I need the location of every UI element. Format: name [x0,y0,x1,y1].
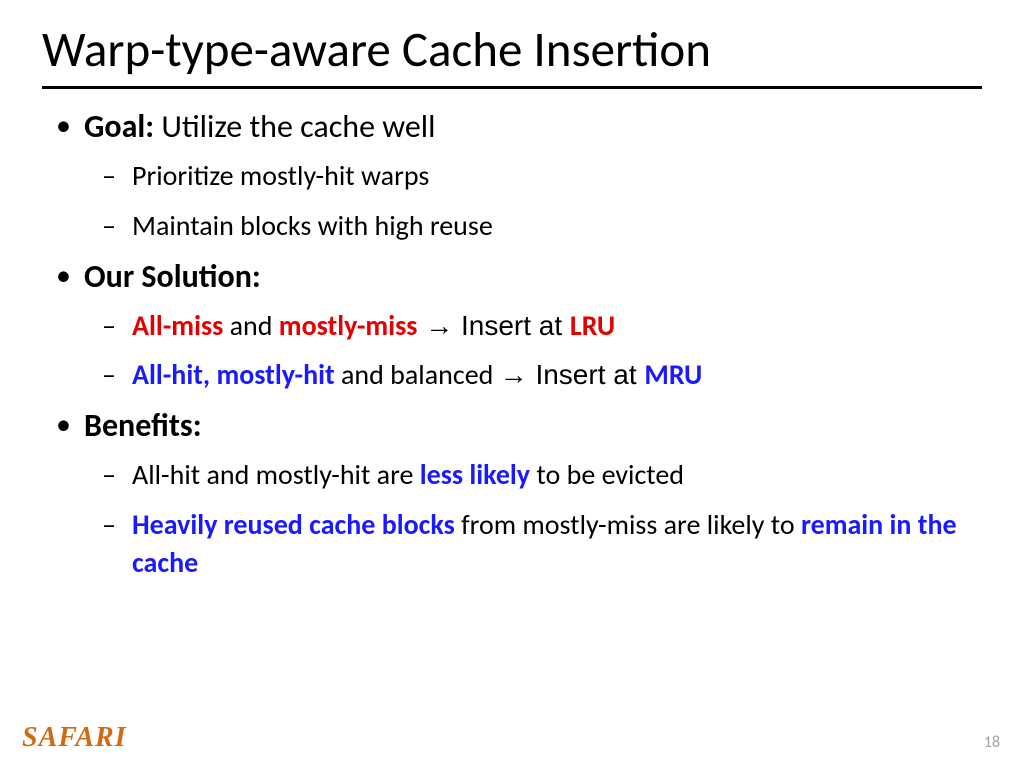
bullet-list: Goal: Utilize the cache well Prioritize … [42,107,982,582]
solution-label: Our Solution: [84,257,261,296]
goal-text: Utilize the cache well [154,107,435,146]
benefits-line-1: All-hit and mostly-hit are less likely t… [84,456,982,494]
goal-sub-1: Prioritize mostly-hit warps [84,157,982,195]
page-number: 18 [984,733,1000,752]
slide-title: Warp-type-aware Cache Insertion [42,20,982,80]
benefits-item: Benefits: All-hit and mostly-hit are les… [42,406,982,581]
slide: Warp-type-aware Cache Insertion Goal: Ut… [0,0,1024,582]
footer-logo: SAFARI [22,722,127,754]
title-rule [42,86,982,89]
goal-sub-2: Maintain blocks with high reuse [84,207,982,245]
solution-line-2: All-hit, mostly-hit and balanced → Inser… [84,356,982,394]
goal-item: Goal: Utilize the cache well Prioritize … [42,107,982,245]
solution-item: Our Solution: All-miss and mostly-miss →… [42,257,982,395]
benefits-line-2: Heavily reused cache blocks from mostly-… [84,506,982,582]
benefits-label: Benefits: [84,406,202,445]
goal-label: Goal: [84,107,154,146]
solution-line-1: All-miss and mostly-miss → Insert at LRU [84,307,982,345]
